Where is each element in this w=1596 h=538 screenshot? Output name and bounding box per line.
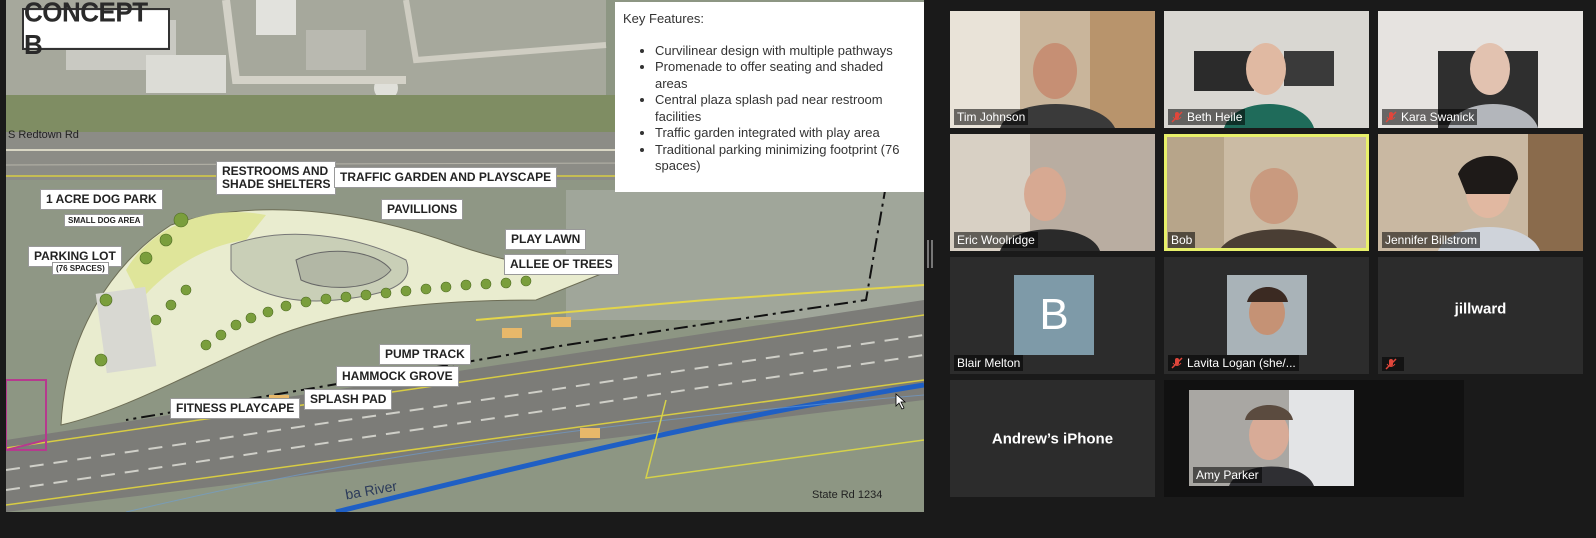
participant-name: Eric Woolridge (957, 233, 1035, 247)
participant-name-label: Eric Woolridge (954, 232, 1038, 248)
callout-traffic-garden: TRAFFIC GARDEN AND PLAYSCAPE (334, 167, 558, 188)
callout-restrooms: RESTROOMS AND SHADE SHELTERS (216, 161, 337, 195)
callout-dog-park: 1 ACRE DOG PARK (40, 189, 163, 210)
callout-play-lawn: PLAY LAWN (505, 229, 587, 250)
key-features-panel: Key Features: Curvilinear design with mu… (615, 2, 924, 192)
participant-name-label: Blair Melton (954, 355, 1024, 371)
participant-tile[interactable]: Beth Heile (1164, 11, 1369, 128)
participant-name-label: Lavita Logan (she/... (1168, 355, 1299, 371)
participant-name: Kara Swanick (1401, 110, 1475, 124)
participant-name: Tim Johnson (957, 110, 1026, 124)
participant-tile[interactable]: Tim Johnson (950, 11, 1155, 128)
key-features-list: Curvilinear design with multiple pathway… (623, 43, 916, 175)
callout-small-dog-area: SMALL DOG AREA (64, 214, 145, 227)
participant-tile[interactable]: B Blair Melton (950, 257, 1155, 374)
feature-item: Central plaza splash pad near restroom f… (655, 92, 916, 125)
muted-mic-icon (1385, 358, 1397, 370)
road-label-top: S Redtown Rd (8, 129, 79, 141)
participant-name: Amy Parker (1196, 468, 1259, 482)
avatar: B (1014, 275, 1094, 355)
participant-tile[interactable]: jillward (1378, 257, 1583, 374)
participant-tile[interactable]: Eric Woolridge (950, 134, 1155, 251)
feature-item: Promenade to offer seating and shaded ar… (655, 59, 916, 92)
road-label-bottom: State Rd 1234 (812, 489, 883, 501)
concept-label: CONCEPT B (22, 0, 170, 60)
callout-hammock-grove: HAMMOCK GROVE (336, 366, 459, 387)
participant-name: Lavita Logan (she/... (1187, 356, 1296, 370)
callout-pavillions: PAVILLIONS (381, 199, 464, 220)
feature-item: Traditional parking minimizing footprint… (655, 142, 916, 175)
participant-name-label: Beth Heile (1168, 109, 1246, 125)
callout-pump-track: PUMP TRACK (379, 344, 471, 365)
participant-name-label: Jennifer Billstrom (1382, 232, 1481, 248)
participant-name-label (1382, 357, 1404, 371)
participant-name-label: Bob (1168, 232, 1196, 248)
feature-item: Curvilinear design with multiple pathway… (655, 43, 916, 60)
participant-name-label: Amy Parker (1193, 467, 1262, 483)
participant-name-label: Kara Swanick (1382, 109, 1478, 125)
feature-item: Traffic garden integrated with play area (655, 125, 916, 142)
participant-name: Jennifer Billstrom (1385, 233, 1478, 247)
participant-display-name: jillward (1454, 300, 1507, 318)
split-view-resize-handle[interactable] (927, 240, 933, 268)
participant-name: Blair Melton (957, 356, 1021, 370)
participant-name-label: Tim Johnson (954, 109, 1029, 125)
participant-tile[interactable]: Lavita Logan (she/... (1164, 257, 1369, 374)
participant-name: Bob (1171, 233, 1193, 247)
participant-tile[interactable]: Jennifer Billstrom (1378, 134, 1583, 251)
muted-mic-icon (1171, 111, 1183, 123)
participant-tile[interactable]: Amy Parker (1164, 380, 1464, 497)
key-features-title: Key Features: (623, 11, 704, 26)
participant-name: Beth Heile (1187, 110, 1243, 124)
participant-display-name: Andrew’s iPhone (991, 430, 1114, 447)
shared-screen: CONCEPT B S Redtown Rd State Rd 1234 ba … (6, 0, 924, 512)
callout-allee-of-trees: ALLEE OF TREES (504, 254, 619, 275)
participant-tile[interactable]: Andrew’s iPhone (950, 380, 1155, 497)
participant-tile-active-speaker[interactable]: Bob (1164, 134, 1369, 251)
callout-splash-pad: SPLASH PAD (304, 389, 393, 410)
callout-restrooms-line2: SHADE SHELTERS (222, 177, 331, 191)
muted-mic-icon (1171, 357, 1183, 369)
participant-tile[interactable]: Kara Swanick (1378, 11, 1583, 128)
muted-mic-icon (1385, 111, 1397, 123)
callout-parking-spaces: (76 SPACES) (52, 262, 109, 275)
callout-fitness-playcape: FITNESS PLAYCAPE (170, 398, 301, 419)
